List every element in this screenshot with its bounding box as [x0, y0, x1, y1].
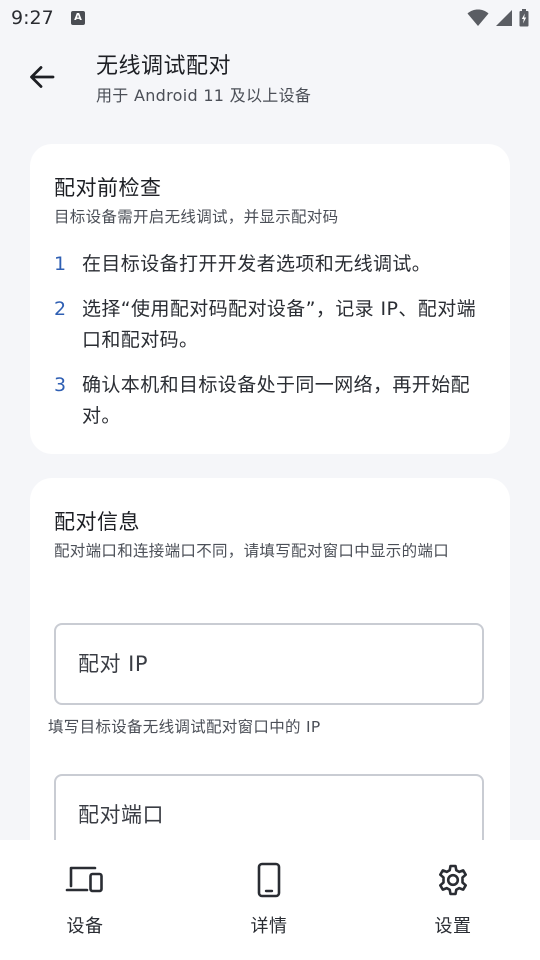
signal-icon	[496, 10, 512, 26]
nav-label-details: 详情	[250, 916, 288, 937]
status-bar: 9:27 A	[0, 0, 540, 36]
pairing-ip-field[interactable]	[54, 623, 484, 705]
pairing-ip-input[interactable]	[78, 647, 458, 681]
pairing-port-input[interactable]	[78, 798, 458, 832]
step-text: 选择“使用配对码配对设备”，记录 IP、配对端口和配对码。	[82, 298, 476, 351]
status-time: 9:27	[11, 7, 54, 29]
back-button[interactable]	[20, 55, 64, 99]
nav-item-devices[interactable]: 设备	[25, 840, 145, 960]
app-notification-icon: A	[71, 11, 85, 25]
precheck-card: 配对前检查 目标设备需开启无线调试，并显示配对码 1 在目标设备打开开发者选项和…	[30, 144, 510, 454]
step-number: 2	[54, 298, 67, 320]
step-number: 3	[54, 374, 67, 396]
step-text: 在目标设备打开开发者选项和无线调试。	[82, 253, 432, 275]
bottom-navigation: 设备 详情 设置	[0, 840, 540, 960]
precheck-card-description: 目标设备需开启无线调试，并显示配对码	[54, 208, 339, 226]
nav-label-settings: 设置	[434, 916, 472, 937]
page-title: 无线调试配对	[96, 54, 232, 79]
step-text: 确认本机和目标设备处于同一网络，再开始配对。	[82, 374, 471, 427]
precheck-card-title: 配对前检查	[54, 176, 162, 200]
page-subtitle: 用于 Android 11 及以上设备	[96, 86, 312, 105]
phone-icon	[257, 862, 281, 898]
step-number: 1	[54, 253, 67, 275]
status-icons	[467, 9, 529, 27]
nav-item-settings[interactable]: 设置	[393, 840, 513, 960]
arrow-back-icon	[30, 66, 55, 88]
pairing-card-description: 配对端口和连接端口不同，请填写配对窗口中显示的端口	[54, 542, 450, 560]
gear-icon	[439, 864, 467, 896]
pairing-card-title: 配对信息	[54, 510, 140, 534]
pairing-ip-helper: 填写目标设备无线调试配对窗口中的 IP	[48, 718, 321, 736]
battery-icon	[519, 9, 529, 27]
nav-item-details[interactable]: 详情	[209, 840, 329, 960]
nav-label-devices: 设备	[66, 916, 104, 937]
devices-icon	[65, 866, 103, 893]
wifi-icon	[467, 9, 489, 26]
